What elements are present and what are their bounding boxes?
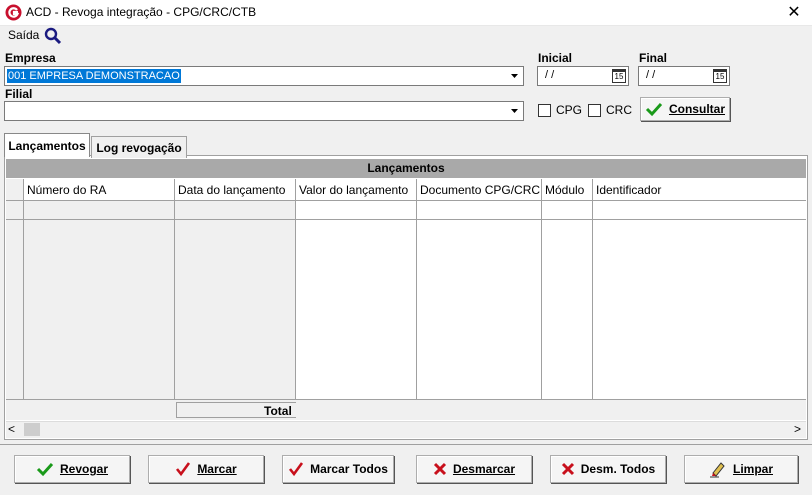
eraser-icon [709, 462, 725, 478]
check-icon [36, 462, 54, 477]
scrollbar-thumb[interactable] [24, 423, 40, 436]
filial-value [7, 104, 9, 118]
filial-label: Filial [5, 87, 33, 101]
scroll-right-icon[interactable]: > [794, 422, 801, 436]
scroll-left-icon[interactable]: < [8, 422, 15, 436]
tab-lancamentos[interactable]: Lançamentos [4, 133, 90, 157]
cross-icon [433, 462, 447, 476]
col-header-numero-ra[interactable]: Número do RA [24, 179, 175, 201]
ra-column-area [24, 179, 175, 400]
grid-vline [416, 179, 417, 400]
col-header-modulo[interactable]: Módulo [542, 179, 593, 201]
marcar-todos-button[interactable]: Marcar Todos [282, 455, 394, 483]
grid-vline [541, 179, 542, 400]
limpar-label: Limpar [732, 462, 773, 476]
inicial-date-value: / / [545, 69, 555, 81]
total-label: Total [264, 404, 292, 418]
app-logo-icon [5, 4, 22, 21]
table-row [6, 219, 806, 220]
col-header-identificador[interactable]: Identificador [593, 179, 806, 201]
inicial-date-input[interactable]: / / 15 [537, 66, 629, 86]
tab-log-revogacao[interactable]: Log revogação [91, 136, 187, 158]
total-row [6, 400, 806, 420]
consultar-button[interactable]: Consultar [640, 97, 730, 121]
horizontal-scrollbar[interactable] [6, 421, 806, 438]
revogar-button[interactable]: Revogar [14, 455, 130, 483]
desm-todos-label: Desm. Todos [580, 462, 656, 476]
window-title: ACD - Revoga integração - CPG/CRC/CTB [26, 5, 257, 19]
col-header-documento[interactable]: Documento CPG/CRC [417, 179, 542, 201]
row-indicator-column [6, 179, 24, 400]
cpg-label: CPG [556, 103, 583, 117]
chevron-down-icon[interactable] [507, 68, 522, 84]
inicial-label: Inicial [538, 51, 573, 65]
marcar-button[interactable]: Marcar [148, 455, 264, 483]
col-header-data[interactable]: Data do lançamento [175, 179, 296, 201]
consultar-label: Consultar [668, 102, 725, 116]
marcar-label: Marcar [197, 462, 237, 476]
final-date-value: / / [646, 69, 656, 81]
desmarcar-label: Desmarcar [452, 462, 516, 476]
menu-saida[interactable]: Saída [8, 28, 39, 42]
empresa-value: 001 EMPRESA DEMONSTRACAO [7, 69, 181, 83]
checkmark-red-icon [176, 462, 191, 477]
calendar-icon[interactable]: 15 [612, 69, 626, 83]
desm-todos-button[interactable]: Desm. Todos [550, 455, 666, 483]
limpar-button[interactable]: Limpar [684, 455, 798, 483]
cpg-checkbox[interactable] [538, 104, 551, 117]
crc-checkbox[interactable] [588, 104, 601, 117]
revogar-label: Revogar [59, 462, 109, 476]
col-header-indicator [6, 179, 24, 201]
empresa-label: Empresa [5, 51, 56, 65]
final-label: Final [639, 51, 668, 65]
empresa-select[interactable]: 001 EMPRESA DEMONSTRACAO [4, 66, 524, 86]
data-column-area [175, 179, 296, 400]
grid-title: Lançamentos [6, 159, 806, 178]
check-icon [645, 102, 663, 117]
marcar-todos-label: Marcar Todos [310, 462, 388, 476]
search-icon[interactable] [44, 27, 62, 45]
desmarcar-button[interactable]: Desmarcar [416, 455, 532, 483]
grid-vline [592, 179, 593, 400]
cross-icon [561, 462, 574, 476]
filial-select[interactable] [4, 101, 524, 121]
bottom-divider [0, 444, 812, 445]
col-header-valor[interactable]: Valor do lançamento [296, 179, 417, 201]
chevron-down-icon[interactable] [507, 103, 522, 119]
calendar-icon[interactable]: 15 [713, 69, 727, 83]
crc-label: CRC [606, 103, 632, 117]
final-date-input[interactable]: / / 15 [638, 66, 730, 86]
checkmark-red-icon [289, 462, 304, 477]
close-button[interactable]: ✕ [780, 2, 808, 24]
